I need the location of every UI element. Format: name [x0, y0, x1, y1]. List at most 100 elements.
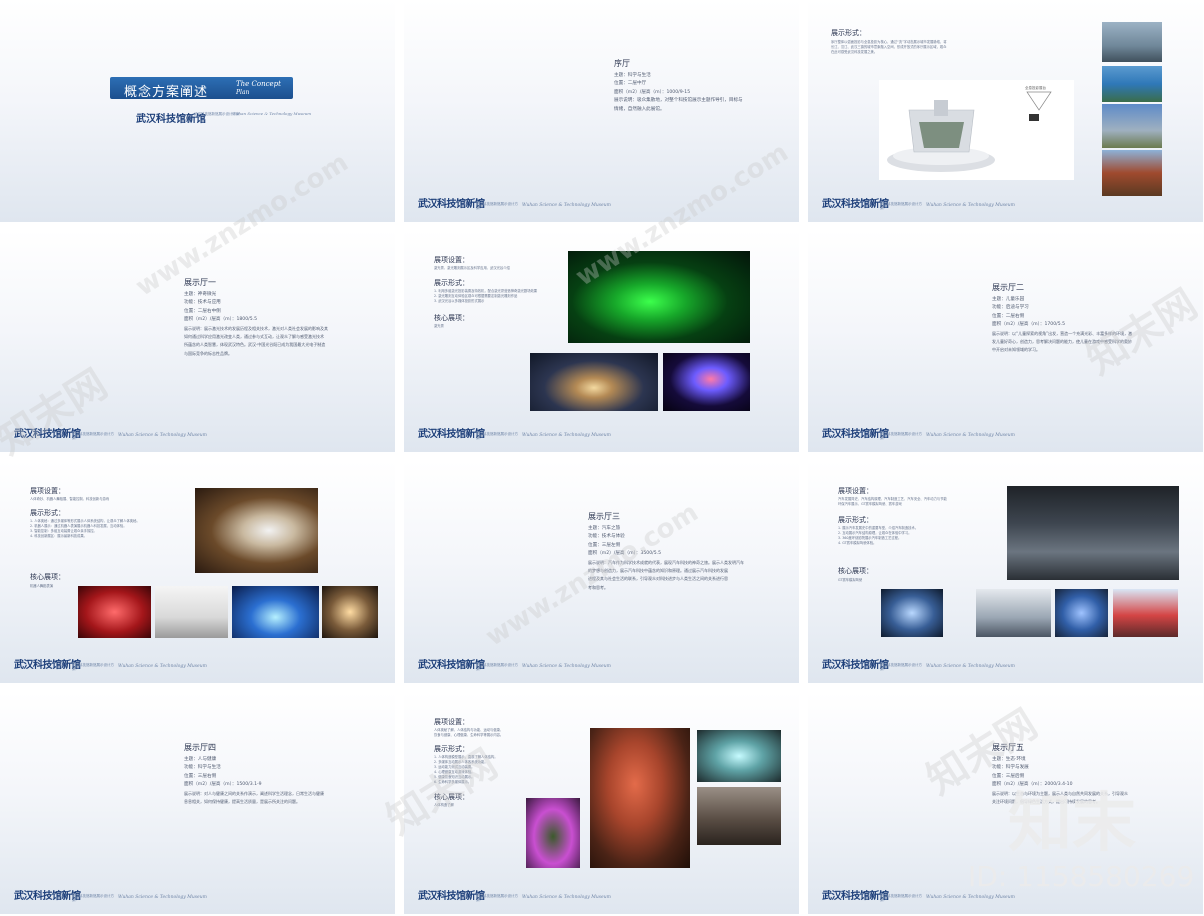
- slide-text: 主题：人与健康 功能：科学与生活 位置：三层右侧 面积（m2）/层高（m）：15…: [184, 756, 389, 806]
- heading-form: 展示形式：: [30, 509, 65, 517]
- footer-en: Wuhan Science & Technology Museum: [118, 664, 207, 669]
- text-line: 主题：神奇微光: [184, 292, 217, 297]
- text-line: 饮食与健康、心理健康、生命科学等展示内容。: [434, 733, 504, 737]
- text-line: 主题：人与健康: [184, 757, 217, 762]
- cover-title-cn: 概念方案阐述: [124, 85, 209, 100]
- footer-en: Wuhan Science & Technology Museum: [522, 433, 611, 438]
- slide-hall-1-detail: 展项设置： 激光秀、激光雕刻展示区及科学应用、武汉光谷介绍 展示形式： 1. 利…: [404, 230, 799, 452]
- photo-car-2: [976, 589, 1051, 637]
- text-line: 位置：三层后侧: [992, 773, 1025, 779]
- footer-sub: 武汉科技馆新馆展示设计方案: [72, 663, 114, 671]
- heading-form: 展示形式：: [434, 745, 469, 753]
- slide-hall-5: 展示厅五 主题：生态·环境 功能：科学与发展 位置：三层后侧 面积（m2）/层高…: [808, 692, 1203, 914]
- heading-form: 展示形式：: [434, 279, 469, 287]
- text-line: 面积（m2）/层高（m）：1800/5.5: [184, 317, 258, 323]
- text-line: 所蕴含的人类智慧，体现武汉特色。武汉·中国光谷既已成为我国最大光电子制造: [184, 342, 326, 348]
- cover-title-en-1: The Concept: [236, 80, 281, 88]
- text-line: 息息相关，如何保持健康，提高生活质量，是展示所关注的问题。: [184, 799, 300, 805]
- slide-paragraph: 序厅整体以弧面投影与全息投影为核心，通过“流”字动态展示城市发展脉络，将 长江、…: [831, 40, 1101, 55]
- footer-sub: 武汉科技馆新馆展示设计方案: [72, 894, 114, 902]
- text-line: 中开启对未知领域的学习。: [992, 347, 1040, 353]
- text-line: 环保汽车展示、GT赛车模拟驾驶、赛车游戏: [838, 502, 902, 506]
- text-setup: 激光秀、激光雕刻展示区及科学应用、武汉光谷介绍: [434, 266, 510, 270]
- slide-hall-4-detail: 展项设置： 人体奥秘了解、人体结构与功能、运动与健康、 饮食与健康、心理健康、生…: [404, 692, 799, 914]
- photo-city-night: [530, 353, 658, 411]
- slide-hall-4: 展示厅四 主题：人与健康 功能：科学与生活 位置：三层右侧 面积（m2）/层高（…: [0, 692, 395, 914]
- heading-core: 核心展项：: [434, 793, 469, 801]
- slide-text: 主题：科学与生活 位置：二层中厅 面积（m2）/层高（m）：1000/9-15 …: [614, 72, 784, 114]
- text-line: 关注环境问题，倡导绿色生活方式，提出可持续发展的思考。: [992, 799, 1100, 805]
- footer-en: Wuhan Science & Technology Museum: [926, 203, 1015, 208]
- text-line: 展示说明：以“儿童探索的视角”出发，营造一个充满光彩、丰富多样的环境，激: [992, 330, 1133, 336]
- text-core: 激光秀: [434, 324, 444, 328]
- heading-setup: 展项设置：: [838, 487, 873, 495]
- footer-en: Wuhan Science & Technology Museum: [522, 664, 611, 669]
- text-line: 面积（m2）/层高（m）：1000/9-15: [614, 89, 691, 95]
- text-line: 功能：技术与体验: [588, 534, 625, 540]
- text-form: 1. 利用多组激光投影装置及特效机，配合激光雾营造神奇激光剧场效果 2. 激光雕…: [434, 289, 554, 304]
- text-line: 如何通过科学应用激光改变人类，通过参与式互动，让观众了解与感受激光技术: [184, 334, 324, 340]
- footer-sub: 武汉科技馆新馆展示设计方案: [72, 432, 114, 440]
- text-line: 与国际竞争的标志性品牌。: [184, 350, 232, 356]
- cover-en: Wuhan Science & Technology Museum: [232, 111, 312, 116]
- photo-person-screen: [526, 798, 580, 868]
- heading-setup: 展项设置：: [434, 256, 469, 264]
- slide-prelude-hall: 序厅 主题：科学与生活 位置：二层中厅 面积（m2）/层高（m）：1000/9-…: [404, 0, 799, 222]
- photo-interactive: [322, 586, 378, 638]
- slide-title: 展示厅五: [992, 743, 1024, 752]
- text-line: 面积（m2）/层高（m）：1700/5.5: [992, 322, 1066, 328]
- footer-sub: 武汉科技馆新馆展示设计方案: [476, 432, 518, 440]
- footer-en: Wuhan Science & Technology Museum: [522, 203, 611, 208]
- slide-hall-3-detail: 展项设置： 汽车发展简史、汽车结构原理、汽车制造工艺、汽车安全、汽车动力与节能 …: [808, 461, 1203, 683]
- slide-title: 序厅: [614, 59, 630, 68]
- text-line: 面积（m2）/层高（m）：1500/3.1-9: [184, 782, 262, 788]
- slide-hall-2: 展示厅二 主题：儿童乐园 功能：启迪与学习 位置：二层右侧 面积（m2）/层高（…: [808, 230, 1203, 452]
- photo-car-showroom: [1007, 486, 1179, 580]
- text-setup: 人体奇妙、机器人舞蹈展、智能控制、科技创新与游戏: [30, 497, 110, 501]
- footer-en: Wuhan Science & Technology Museum: [522, 895, 611, 900]
- photo-car-1: [881, 589, 943, 637]
- footer-logo: 武汉科技馆新馆: [14, 660, 81, 671]
- footer-sub: 武汉科技馆新馆展示设计方案: [880, 663, 922, 671]
- text-line: 展示说明：以生态与环境为主题，展示人类与自然共同发展的关系，引导观众: [992, 790, 1128, 796]
- heading-core: 核心展项：: [30, 573, 65, 581]
- cover-title-en-2: Plan: [236, 89, 250, 96]
- hologram-model-render: 全息投影展台: [879, 80, 1074, 180]
- footer-en: Wuhan Science & Technology Museum: [926, 895, 1015, 900]
- slide-title: 展示厅四: [184, 743, 216, 752]
- text-core: 机器人舞蹈表演: [30, 584, 54, 588]
- footer-logo: 武汉科技馆新馆: [418, 199, 485, 210]
- heading-setup: 展项设置：: [30, 487, 65, 495]
- text-line: 位置：二层右侧: [992, 313, 1025, 319]
- text-line: 考和思考。: [588, 584, 608, 590]
- text-line: 主题：汽车之旅: [588, 526, 621, 531]
- text-line: 面积（m2）/层高（m）：2000/3.4-10: [992, 782, 1073, 788]
- text-line: 4. 科技创新展区：展示最新科技成果。: [30, 534, 87, 538]
- photo-projection-table: [697, 730, 781, 782]
- slide-hall-1: 展示厅一 主题：神奇微光 功能：技术与应用 位置：二层右中侧 面积（m2）/层高…: [0, 230, 395, 452]
- text-line: 情绪，自然融入此展馆。: [614, 106, 665, 112]
- text-core: GT赛车模拟驾驶: [838, 578, 863, 582]
- text-line: 位置：二层右中侧: [184, 308, 221, 314]
- text-form: 1. 人体构造模型展示，直观了解人体结构。 2. 多媒体互动展示人体各系统功能。…: [434, 755, 594, 785]
- photo-robot: [195, 488, 318, 573]
- slide-text: 主题：儿童乐园 功能：启迪与学习 位置：二层右侧 面积（m2）/层高（m）：17…: [992, 296, 1197, 355]
- photo-laser-show: [568, 251, 750, 343]
- text-line: 在此可感受武汉科技发展之美。: [831, 50, 878, 54]
- text-line: 面积（m2）/层高（m）：3500/5.5: [588, 551, 662, 557]
- footer-en: Wuhan Science & Technology Museum: [118, 433, 207, 438]
- text-form: 1. 人体奥秘：通过多媒体等形式展示人体系统结构，让观众了解人体奥秘。 2. 机…: [30, 519, 185, 539]
- text-line: 展示说明：汽车作为科学技术成就的代表，展现汽车科技的神奇之旅。展示人类发明汽车: [588, 559, 744, 565]
- slide-text: 主题：汽车之旅 功能：技术与体验 位置：三层左侧 面积（m2）/层高（m）：35…: [588, 525, 793, 592]
- text-line: 的梦想与创造力，展示汽车科技中蕴含的知识和原理。通过展示汽车科技的发展: [588, 568, 728, 574]
- text-line: 发儿童好奇心，创造力，思考解决问题的能力，使儿童在游戏中感受科学的奥妙: [992, 339, 1132, 345]
- footer-sub: 武汉科技馆新馆展示设计方案: [476, 202, 518, 210]
- hologram-model-illustration: 全息投影展台: [887, 85, 1052, 172]
- footer-sub: 武汉科技馆新馆展示设计方案: [476, 663, 518, 671]
- text-line: 4. GT赛车模拟驾驶体验。: [838, 541, 877, 545]
- text-setup: 人体奥秘了解、人体结构与功能、运动与健康、 饮食与健康、心理健康、生命科学等展示…: [434, 728, 594, 738]
- text-line: 功能：启迪与学习: [992, 305, 1029, 311]
- photo-tunnel: [232, 586, 319, 638]
- photo-body-show: [78, 586, 151, 638]
- slide-prelude-form: 展示形式： 序厅整体以弧面投影与全息投影为核心，通过“流”字动态展示城市发展脉络…: [808, 0, 1203, 222]
